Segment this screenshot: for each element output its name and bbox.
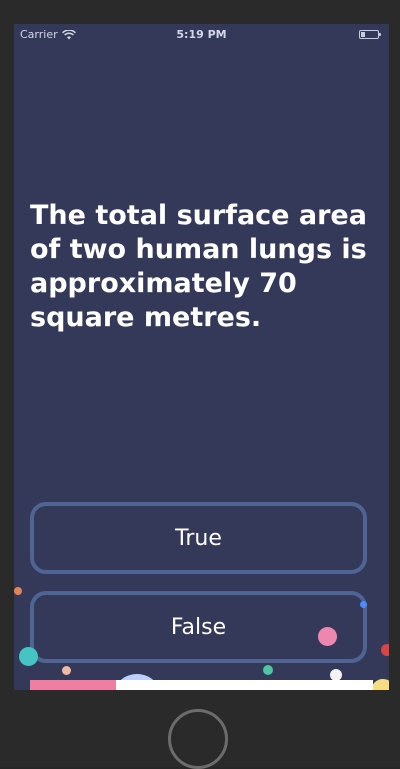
status-time: 5:19 PM [176, 28, 227, 41]
progress-bar [30, 680, 373, 690]
true-button[interactable]: True [30, 502, 367, 574]
app-screen: Carrier 5:19 PM The total surface area o… [14, 24, 389, 690]
battery-icon [359, 30, 381, 39]
confetti-dot [318, 627, 337, 646]
progress-fill [30, 680, 116, 690]
confetti-dot [371, 679, 389, 690]
device-frame: Carrier 5:19 PM The total surface area o… [0, 0, 400, 769]
confetti-dot [360, 601, 367, 608]
confetti-dot [19, 647, 38, 666]
confetti-dot [381, 644, 389, 656]
confetti-dot [14, 587, 22, 595]
status-bar: Carrier 5:19 PM [14, 24, 389, 46]
question-text: The total surface area of two human lung… [30, 200, 367, 333]
confetti-dot [263, 665, 273, 675]
home-button[interactable] [168, 709, 228, 769]
confetti-dot [62, 666, 71, 675]
false-button[interactable]: False [30, 591, 367, 663]
